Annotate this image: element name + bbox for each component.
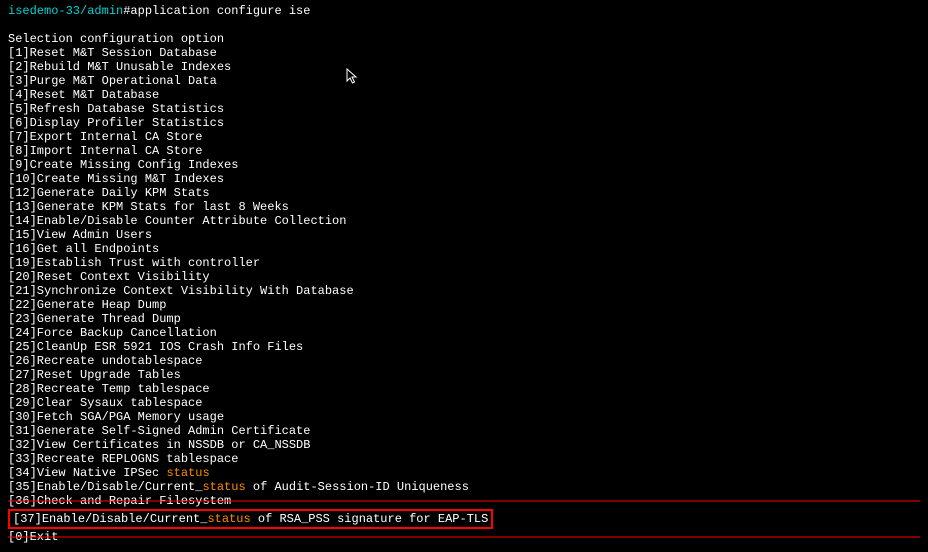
option-32[interactable]: [32]View Certificates in NSSDB or CA_NSS… — [8, 438, 920, 452]
option-20[interactable]: [20]Reset Context Visibility — [8, 270, 920, 284]
status-text: status — [202, 480, 245, 494]
prompt-prefix: isedemo-33/admin — [8, 4, 123, 18]
option-26[interactable]: [26]Recreate undotablespace — [8, 354, 920, 368]
option-15[interactable]: [15]View Admin Users — [8, 228, 920, 242]
option-29[interactable]: [29]Clear Sysaux tablespace — [8, 396, 920, 410]
option-2[interactable]: [2]Rebuild M&T Unusable Indexes — [8, 60, 920, 74]
option-24[interactable]: [24]Force Backup Cancellation — [8, 326, 920, 340]
option-31[interactable]: [31]Generate Self-Signed Admin Certifica… — [8, 424, 920, 438]
option-37-highlighted[interactable]: [37]Enable/Disable/Current_status of RSA… — [8, 509, 493, 529]
option-36-struck: [36]Check and Repair Filesystem — [8, 494, 920, 508]
status-text: status — [166, 466, 209, 480]
blank-line — [8, 18, 920, 32]
option-23[interactable]: [23]Generate Thread Dump — [8, 312, 920, 326]
option-5[interactable]: [5]Refresh Database Statistics — [8, 102, 920, 116]
option-22[interactable]: [22]Generate Heap Dump — [8, 298, 920, 312]
status-text: status — [207, 512, 250, 526]
options-container: [1]Reset M&T Session Database[2]Rebuild … — [8, 46, 920, 466]
option-14[interactable]: [14]Enable/Disable Counter Attribute Col… — [8, 214, 920, 228]
option-9[interactable]: [9]Create Missing Config Indexes — [8, 158, 920, 172]
option-28[interactable]: [28]Recreate Temp tablespace — [8, 382, 920, 396]
option-6[interactable]: [6]Display Profiler Statistics — [8, 116, 920, 130]
selection-heading: Selection configuration option — [8, 32, 920, 46]
prompt-command[interactable]: application configure ise — [130, 4, 310, 18]
terminal-prompt-line: isedemo-33/admin#application configure i… — [8, 4, 920, 18]
option-0-struck: [0]Exit — [8, 530, 920, 544]
option-10[interactable]: [10]Create Missing M&T Indexes — [8, 172, 920, 186]
option-13[interactable]: [13]Generate KPM Stats for last 8 Weeks — [8, 200, 920, 214]
strike-section: [36]Check and Repair Filesystem — [8, 494, 920, 508]
strike-section-2: [0]Exit — [8, 530, 920, 544]
option-35[interactable]: [35]Enable/Disable/Current_status of Aud… — [8, 480, 920, 494]
option-30[interactable]: [30]Fetch SGA/PGA Memory usage — [8, 410, 920, 424]
option-21[interactable]: [21]Synchronize Context Visibility With … — [8, 284, 920, 298]
option-34[interactable]: [34]View Native IPSec status — [8, 466, 920, 480]
option-25[interactable]: [25]CleanUp ESR 5921 IOS Crash Info File… — [8, 340, 920, 354]
option-3[interactable]: [3]Purge M&T Operational Data — [8, 74, 920, 88]
option-4[interactable]: [4]Reset M&T Database — [8, 88, 920, 102]
highlighted-option-wrapper: [37]Enable/Disable/Current_status of RSA… — [8, 508, 920, 530]
option-27[interactable]: [27]Reset Upgrade Tables — [8, 368, 920, 382]
option-7[interactable]: [7]Export Internal CA Store — [8, 130, 920, 144]
option-19[interactable]: [19]Establish Trust with controller — [8, 256, 920, 270]
option-33[interactable]: [33]Recreate REPLOGNS tablespace — [8, 452, 920, 466]
option-12[interactable]: [12]Generate Daily KPM Stats — [8, 186, 920, 200]
option-16[interactable]: [16]Get all Endpoints — [8, 242, 920, 256]
option-8[interactable]: [8]Import Internal CA Store — [8, 144, 920, 158]
option-1[interactable]: [1]Reset M&T Session Database — [8, 46, 920, 60]
